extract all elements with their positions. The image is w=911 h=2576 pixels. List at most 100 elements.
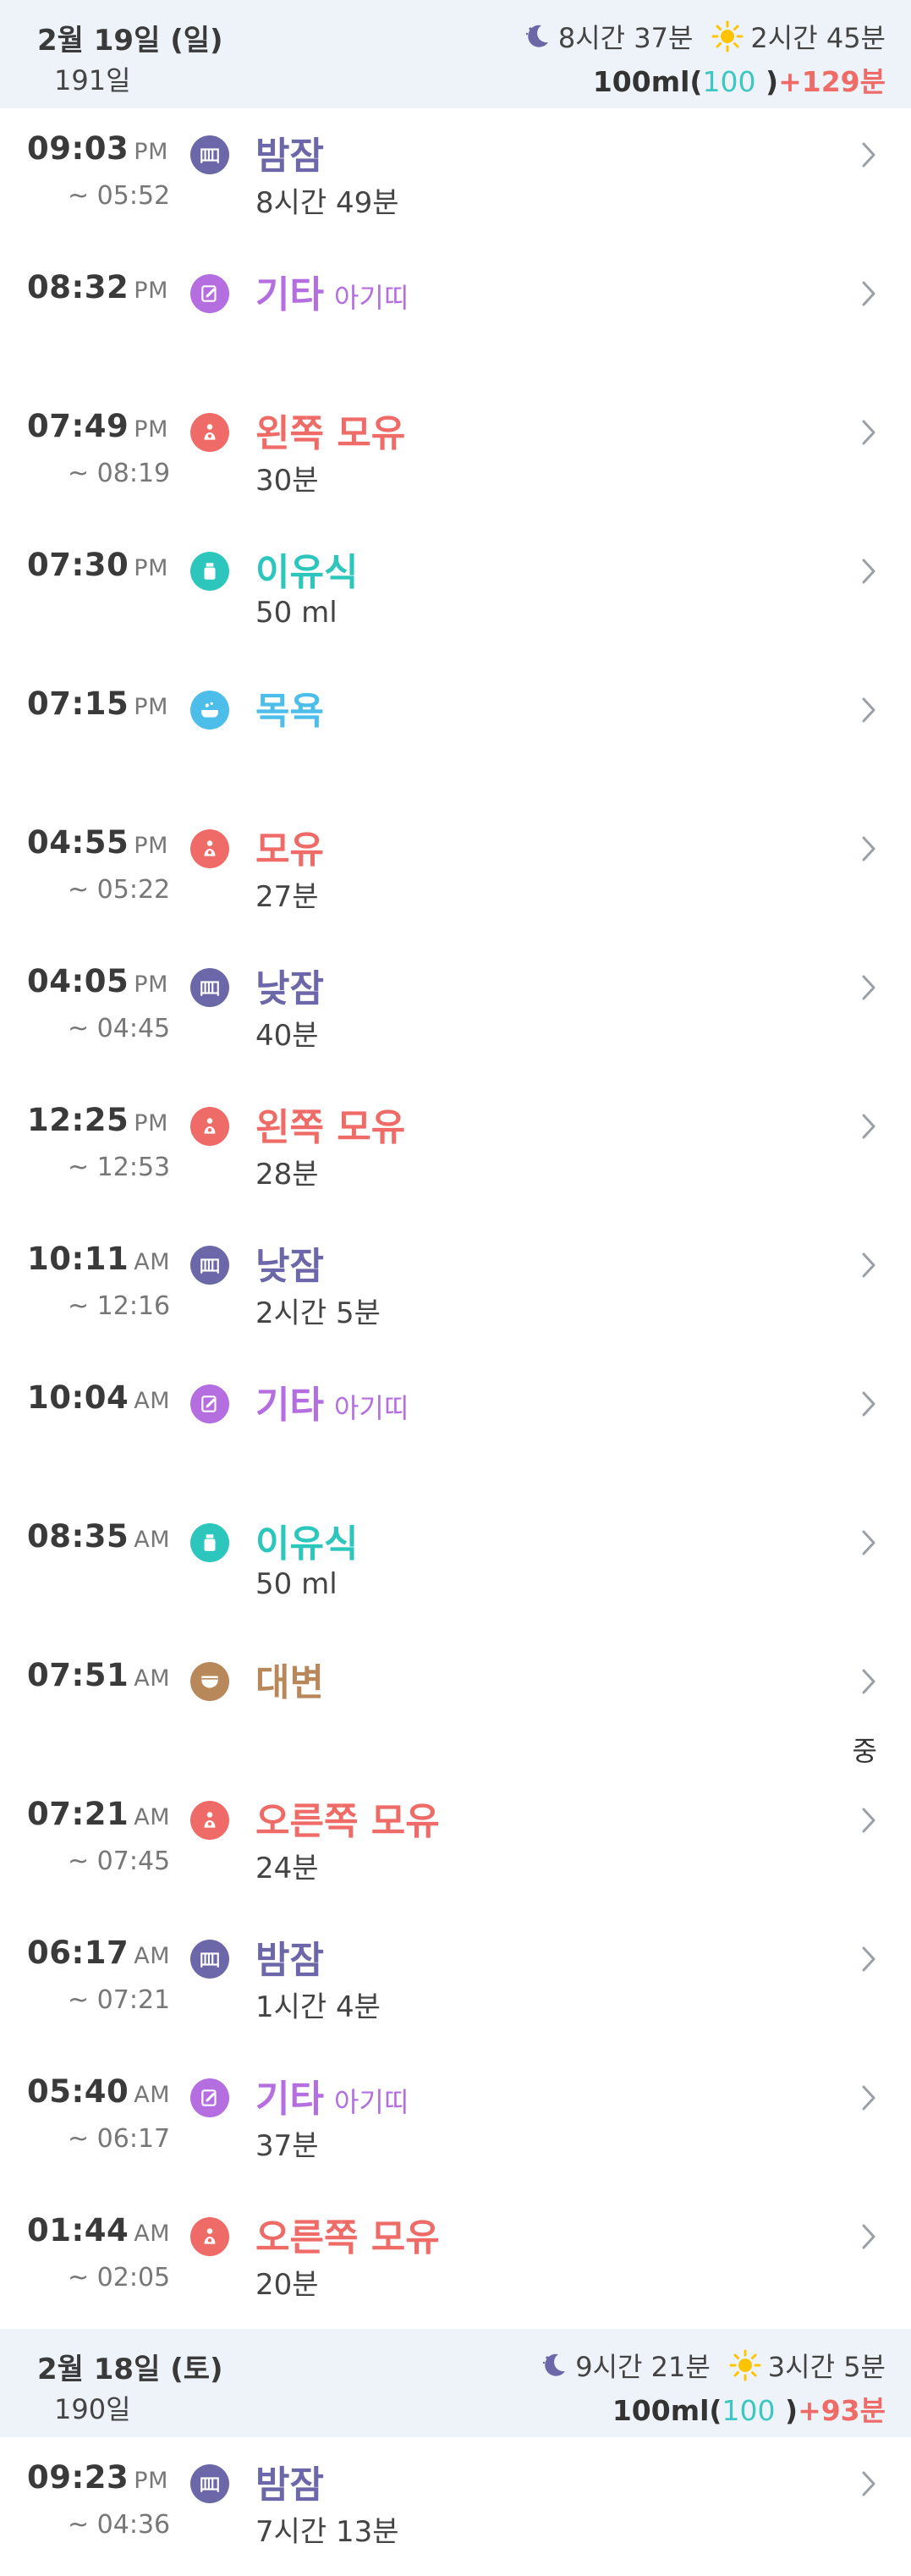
timeline-entry[interactable]: 06:17 AM ~ 07:21 밤잠 1시간 4분 xyxy=(0,1913,911,2051)
chevron-right-icon[interactable] xyxy=(859,834,879,863)
chevron-right-icon[interactable] xyxy=(859,696,879,724)
entry-end-time: ~ 04:45 xyxy=(68,1014,171,1043)
entry-note: 아기띠 xyxy=(333,282,409,314)
entry-ampm: PM xyxy=(134,833,168,859)
timeline-entry[interactable]: 08:32 PM 기타 아기띠 xyxy=(0,247,911,386)
entry-time: 07:15 PM xyxy=(27,685,168,722)
timeline-entry[interactable]: 05:40 AM ~ 06:17 기타 아기띠 37분 xyxy=(0,2051,911,2190)
timeline-entry[interactable]: 07:49 PM ~ 08:19 왼쪽 모유 30분 xyxy=(0,386,911,525)
night-sleep-total: 9시간 21분 xyxy=(575,2351,711,2383)
entry-ampm: PM xyxy=(134,694,168,720)
chevron-right-icon[interactable] xyxy=(859,1251,879,1280)
breastfeed-icon xyxy=(190,1107,229,1146)
moon-icon xyxy=(525,25,548,47)
entry-end-time: ~ 08:19 xyxy=(68,459,171,488)
entry-time: 09:23 PM xyxy=(27,2459,168,2496)
entry-title: 오른쪽 모유 xyxy=(255,2216,440,2260)
timeline-entry[interactable]: 04:05 PM ~ 04:45 낮잠 40분 xyxy=(0,941,911,1080)
entry-detail: 7시간 13분 xyxy=(255,2515,399,2549)
entry-end-time: ~ 02:05 xyxy=(68,2263,171,2293)
chevron-right-icon[interactable] xyxy=(859,2083,879,2112)
timeline-entry[interactable]: 10:11 AM ~ 12:16 낮잠 2시간 5분 xyxy=(0,1219,911,1357)
entry-end-time: ~ 05:22 xyxy=(68,875,171,905)
entry-detail: 27분 xyxy=(255,880,319,914)
timeline-entry[interactable]: 07:15 PM 목욕 xyxy=(0,663,911,802)
entry-title: 기타 아기띠 xyxy=(255,273,409,316)
entry-time: 08:32 PM xyxy=(27,269,168,305)
day-date: 2월 19일 (일) xyxy=(37,24,223,58)
entry-time: 10:04 AM xyxy=(27,1379,171,1416)
timeline-entry[interactable]: 07:30 PM 이유식 50 ml xyxy=(0,525,911,663)
chevron-right-icon[interactable] xyxy=(859,1945,879,1973)
chevron-right-icon[interactable] xyxy=(859,279,879,308)
crib-icon xyxy=(190,1940,229,1979)
entry-ampm: AM xyxy=(134,1943,171,1969)
entry-end-time: ~ 05:52 xyxy=(68,181,171,211)
day-age: 191일 xyxy=(54,64,131,96)
timeline-entry[interactable]: 07:21 AM ~ 07:45 오른쪽 모유 24분 xyxy=(0,1774,911,1913)
memo-icon xyxy=(190,274,229,313)
timeline-entry[interactable]: 09:23 PM ~ 04:36 밤잠 7시간 13분 xyxy=(0,2437,911,2576)
sun-icon xyxy=(729,2349,761,2381)
entry-title: 기타 아기띠 xyxy=(255,2078,409,2121)
breastfeed-icon xyxy=(190,413,229,452)
bath-icon xyxy=(190,691,229,729)
entry-end-time: ~ 06:17 xyxy=(68,2124,171,2154)
entry-detail: 28분 xyxy=(255,1158,319,1192)
timeline-entry[interactable]: 04:55 PM ~ 05:22 모유 27분 xyxy=(0,802,911,941)
feed-babyfood-amount: 100 xyxy=(722,2394,776,2427)
entry-ampm: PM xyxy=(134,2468,168,2494)
entry-ampm: AM xyxy=(134,2221,171,2247)
entry-ampm: AM xyxy=(134,1249,171,1275)
entry-time: 01:44 AM xyxy=(27,2212,171,2248)
timeline-entry[interactable]: 07:51 AM 대변 중 xyxy=(0,1635,911,1774)
crib-icon xyxy=(190,968,229,1007)
entry-time: 10:11 AM xyxy=(27,1241,171,1277)
timeline-entry[interactable]: 10:04 AM 기타 아기띠 xyxy=(0,1357,911,1496)
entry-detail: 24분 xyxy=(255,1852,319,1885)
entry-ampm: AM xyxy=(134,1665,171,1692)
timeline-entry[interactable]: 09:03 PM ~ 05:52 밤잠 8시간 49분 xyxy=(0,108,911,247)
chevron-right-icon[interactable] xyxy=(859,1528,879,1557)
entry-detail: 30분 xyxy=(255,464,319,498)
chevron-right-icon[interactable] xyxy=(859,2469,879,2498)
timeline-entry[interactable]: 01:44 AM ~ 02:05 오른쪽 모유 20분 xyxy=(0,2190,911,2329)
breastfeed-icon xyxy=(190,1801,229,1840)
memo-icon xyxy=(190,1384,229,1423)
entry-detail: 40분 xyxy=(255,1019,319,1053)
entry-title: 기타 아기띠 xyxy=(255,1384,409,1427)
day-header: 2월 19일 (일) 191일 8시간 37분 2시간 45분 100ml(10… xyxy=(0,0,911,108)
entry-end-time: ~ 07:45 xyxy=(68,1847,171,1876)
entry-title: 왼쪽 모유 xyxy=(255,412,406,455)
entry-ampm: AM xyxy=(134,2082,171,2108)
sleep-summary: 8시간 37분 2시간 45분 xyxy=(523,17,886,56)
diaper-icon xyxy=(190,1662,229,1701)
chevron-right-icon[interactable] xyxy=(859,1390,879,1418)
entry-title: 이유식 xyxy=(255,551,359,594)
timeline-entry[interactable]: 12:25 PM ~ 12:53 왼쪽 모유 28분 xyxy=(0,1080,911,1219)
feed-summary: 100ml(100 )+93분 xyxy=(612,2388,886,2429)
feed-babyfood-amount: 100 xyxy=(702,65,756,98)
chevron-right-icon[interactable] xyxy=(859,973,879,1002)
chevron-right-icon[interactable] xyxy=(859,557,879,586)
chevron-right-icon[interactable] xyxy=(859,1112,879,1141)
entry-title: 밤잠 xyxy=(255,2463,324,2507)
day-sleep-total: 2시간 45분 xyxy=(750,22,886,54)
chevron-right-icon[interactable] xyxy=(859,418,879,447)
timeline-feed: 2월 19일 (일) 191일 8시간 37분 2시간 45분 100ml(10… xyxy=(0,0,911,2576)
entry-title: 모유 xyxy=(255,828,324,872)
entry-title: 목욕 xyxy=(255,690,324,733)
entry-ampm: AM xyxy=(134,1804,171,1830)
memo-icon xyxy=(190,2078,229,2117)
stool-amount-badge: 중 xyxy=(852,1735,877,1767)
crib-icon xyxy=(190,135,229,174)
entry-detail: 50 ml xyxy=(255,1567,338,1601)
chevron-right-icon[interactable] xyxy=(859,1667,879,1696)
chevron-right-icon[interactable] xyxy=(859,2222,879,2251)
entry-ampm: PM xyxy=(134,416,168,443)
timeline-entry[interactable]: 08:35 AM 이유식 50 ml xyxy=(0,1496,911,1635)
babyfood-icon xyxy=(190,1523,229,1562)
chevron-right-icon[interactable] xyxy=(859,140,879,169)
entry-ampm: PM xyxy=(134,555,168,581)
chevron-right-icon[interactable] xyxy=(859,1806,879,1835)
